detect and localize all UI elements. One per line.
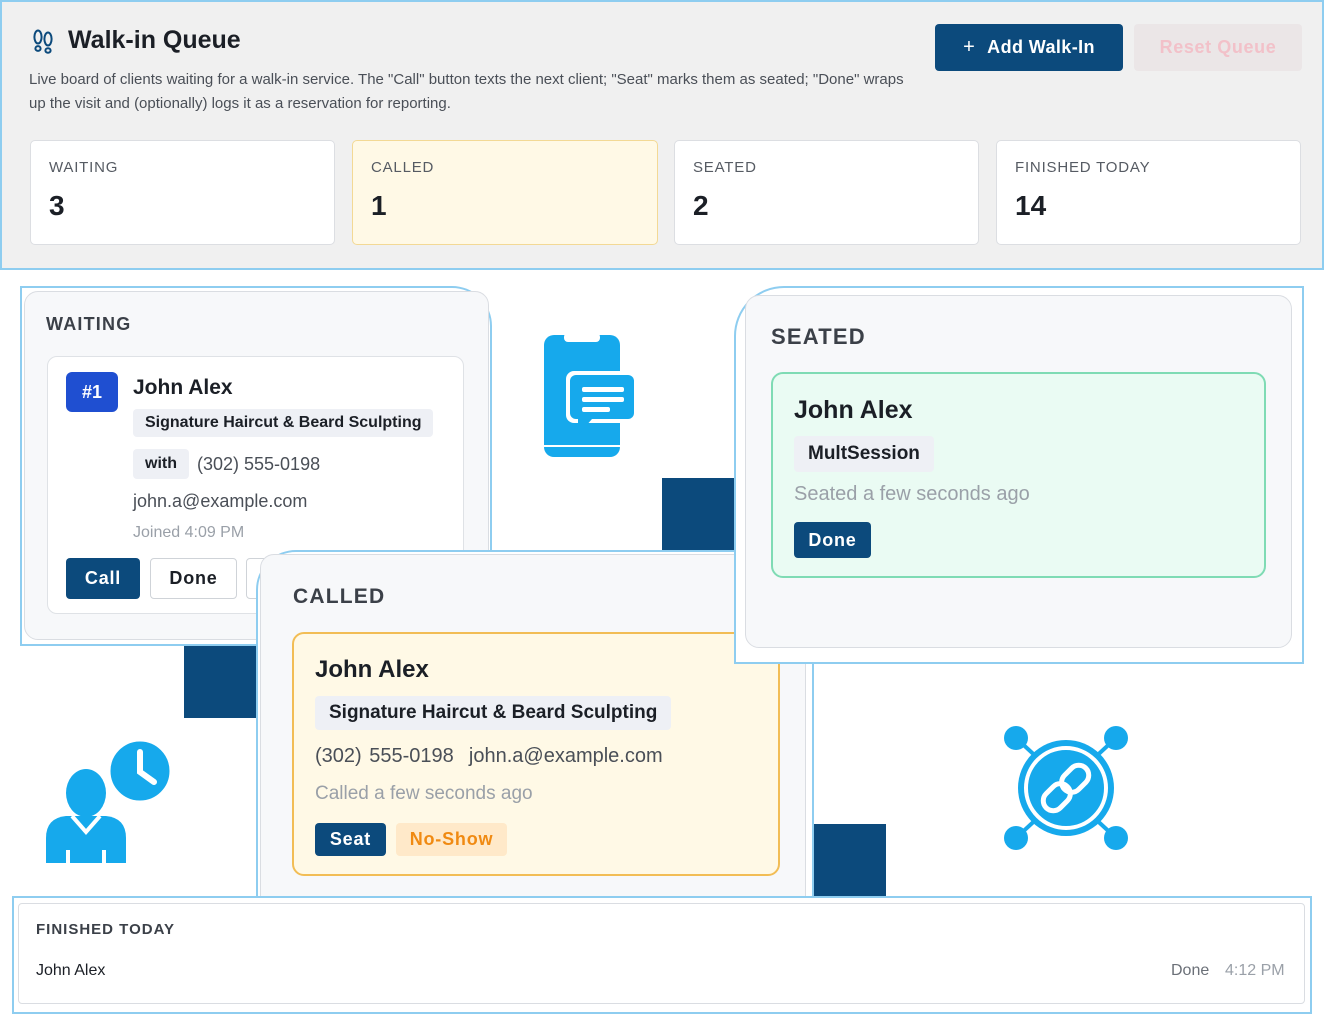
finished-today-card (18, 903, 1305, 1004)
finished-time: 4:12 PM (1225, 962, 1285, 979)
queue-header: Walk-in Queue Live board of clients wait… (0, 0, 1324, 270)
seated-status: Seated a few seconds ago (794, 483, 1030, 505)
done-button[interactable]: Done (794, 522, 871, 558)
done-button[interactable]: Done (150, 558, 237, 599)
queue-number-badge: #1 (66, 372, 118, 412)
with-pill: with (133, 449, 189, 479)
stat-label: SEATED (693, 159, 757, 176)
decor-square (662, 478, 738, 552)
joined-time: Joined 4:09 PM (133, 524, 245, 541)
service-pill: Signature Haircut & Beard Sculpting (315, 696, 672, 730)
sms-phone-icon (544, 333, 638, 457)
decor-square (184, 644, 260, 718)
client-phone: (302) 555-0198 (315, 745, 454, 767)
client-name: John Alex (315, 656, 429, 683)
stat-value: 2 (693, 190, 709, 221)
link-network-icon (1004, 726, 1128, 850)
client-name: John Alex (133, 376, 233, 399)
client-contact: (302) 555-0198 john.a@example.com (315, 745, 663, 768)
stat-finished-today: FINISHED TODAY 14 (996, 140, 1301, 245)
seated-heading: SEATED (771, 324, 866, 349)
reset-queue-button[interactable]: Reset Queue (1134, 24, 1302, 71)
stat-value: 14 (1015, 190, 1047, 221)
add-walk-in-button[interactable]: + Add Walk-In (935, 24, 1123, 71)
client-phone: (302) 555-0198 (197, 454, 321, 474)
call-button[interactable]: Call (66, 558, 140, 599)
add-walk-in-label: Add Walk-In (987, 37, 1095, 57)
stat-called: CALLED 1 (352, 140, 658, 245)
service-pill: Signature Haircut & Beard Sculpting (133, 409, 434, 437)
page-title: Walk-in Queue (68, 26, 241, 54)
waiting-heading: WAITING (46, 314, 132, 334)
no-show-button[interactable]: No-Show (396, 823, 507, 856)
stat-waiting: WAITING 3 (30, 140, 335, 245)
stat-label: WAITING (49, 159, 119, 176)
finished-client-name: John Alex (36, 962, 106, 979)
decor-square (812, 824, 886, 898)
client-email: john.a@example.com (468, 745, 663, 767)
client-name: John Alex (794, 396, 913, 424)
client-email: john.a@example.com (133, 491, 308, 511)
finished-status: Done (1171, 962, 1210, 979)
title-row: Walk-in Queue (30, 26, 241, 55)
called-heading: CALLED (293, 585, 386, 608)
user-clock-icon (46, 738, 172, 864)
service-pill: MultSession (794, 436, 934, 472)
seat-button[interactable]: Seat (315, 823, 386, 856)
footprints-icon (33, 29, 53, 54)
stat-value: 3 (49, 190, 65, 221)
finished-heading: FINISHED TODAY (36, 921, 176, 938)
stat-value: 1 (371, 190, 387, 221)
page-description: Live board of clients waiting for a walk… (29, 71, 904, 112)
stat-seated: SEATED 2 (674, 140, 979, 245)
stat-label: FINISHED TODAY (1015, 159, 1151, 176)
called-status: Called a few seconds ago (315, 783, 533, 804)
walk-in-queue-page: Walk-in Queue Live board of clients wait… (0, 0, 1324, 1014)
plus-icon: + (963, 36, 976, 58)
stat-label: CALLED (371, 159, 435, 176)
